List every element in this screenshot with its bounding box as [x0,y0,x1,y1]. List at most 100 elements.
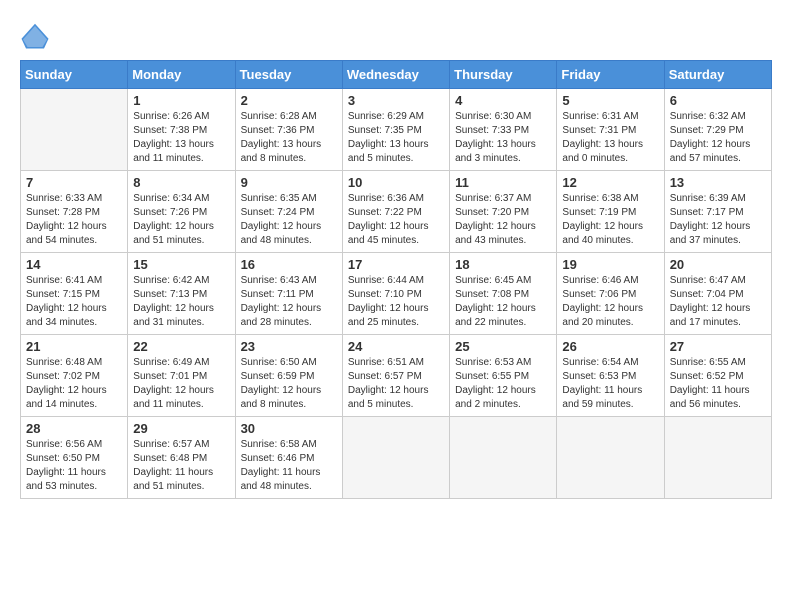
calendar-cell: 10 Sunrise: 6:36 AM Sunset: 7:22 PM Dayli… [342,171,449,253]
day-info: Sunrise: 6:28 AM Sunset: 7:36 PM Dayligh… [241,110,337,166]
calendar-cell [342,417,449,499]
day-number: 30 [241,421,337,436]
day-info: Sunrise: 6:53 AM Sunset: 6:55 PM Dayligh… [455,356,551,412]
calendar-cell: 30 Sunrise: 6:58 AM Sunset: 6:46 PM Dayli… [235,417,342,499]
day-number: 3 [348,93,444,108]
day-number: 29 [133,421,229,436]
day-info: Sunrise: 6:35 AM Sunset: 7:24 PM Dayligh… [241,192,337,248]
day-number: 10 [348,175,444,190]
calendar-cell: 22 Sunrise: 6:49 AM Sunset: 7:01 PM Dayli… [128,335,235,417]
day-info: Sunrise: 6:50 AM Sunset: 6:59 PM Dayligh… [241,356,337,412]
day-header-saturday: Saturday [664,61,771,89]
week-row-5: 28 Sunrise: 6:56 AM Sunset: 6:50 PM Dayli… [21,417,772,499]
day-info: Sunrise: 6:58 AM Sunset: 6:46 PM Dayligh… [241,438,337,494]
calendar-cell: 15 Sunrise: 6:42 AM Sunset: 7:13 PM Dayli… [128,253,235,335]
day-info: Sunrise: 6:37 AM Sunset: 7:20 PM Dayligh… [455,192,551,248]
day-info: Sunrise: 6:48 AM Sunset: 7:02 PM Dayligh… [26,356,122,412]
day-info: Sunrise: 6:44 AM Sunset: 7:10 PM Dayligh… [348,274,444,330]
day-number: 4 [455,93,551,108]
day-info: Sunrise: 6:39 AM Sunset: 7:17 PM Dayligh… [670,192,766,248]
calendar-cell [557,417,664,499]
day-info: Sunrise: 6:45 AM Sunset: 7:08 PM Dayligh… [455,274,551,330]
calendar-table: SundayMondayTuesdayWednesdayThursdayFrid… [20,60,772,499]
page-header [20,20,772,50]
calendar-cell: 12 Sunrise: 6:38 AM Sunset: 7:19 PM Dayli… [557,171,664,253]
day-number: 15 [133,257,229,272]
calendar-cell: 14 Sunrise: 6:41 AM Sunset: 7:15 PM Dayli… [21,253,128,335]
day-number: 26 [562,339,658,354]
day-number: 27 [670,339,766,354]
day-info: Sunrise: 6:41 AM Sunset: 7:15 PM Dayligh… [26,274,122,330]
calendar-cell: 3 Sunrise: 6:29 AM Sunset: 7:35 PM Daylig… [342,89,449,171]
calendar-cell [450,417,557,499]
day-info: Sunrise: 6:29 AM Sunset: 7:35 PM Dayligh… [348,110,444,166]
day-info: Sunrise: 6:57 AM Sunset: 6:48 PM Dayligh… [133,438,229,494]
calendar-cell: 25Sunrise: 6:53 AM Sunset: 6:55 PM Dayli… [450,335,557,417]
day-info: Sunrise: 6:51 AM Sunset: 6:57 PM Dayligh… [348,356,444,412]
calendar-cell: 23 Sunrise: 6:50 AM Sunset: 6:59 PM Dayli… [235,335,342,417]
day-number: 12 [562,175,658,190]
calendar-cell: 27Sunrise: 6:55 AM Sunset: 6:52 PM Dayli… [664,335,771,417]
day-header-monday: Monday [128,61,235,89]
day-number: 17 [348,257,444,272]
day-number: 6 [670,93,766,108]
calendar-cell: 17 Sunrise: 6:44 AM Sunset: 7:10 PM Dayli… [342,253,449,335]
day-number: 24 [348,339,444,354]
week-row-3: 14 Sunrise: 6:41 AM Sunset: 7:15 PM Dayli… [21,253,772,335]
day-number: 8 [133,175,229,190]
day-info: Sunrise: 6:56 AM Sunset: 6:50 PM Dayligh… [26,438,122,494]
day-info: Sunrise: 6:26 AM Sunset: 7:38 PM Dayligh… [133,110,229,166]
day-number: 13 [670,175,766,190]
day-number: 16 [241,257,337,272]
calendar-cell: 21 Sunrise: 6:48 AM Sunset: 7:02 PM Dayli… [21,335,128,417]
day-info: Sunrise: 6:43 AM Sunset: 7:11 PM Dayligh… [241,274,337,330]
calendar-cell: 6 Sunrise: 6:32 AM Sunset: 7:29 PM Daylig… [664,89,771,171]
calendar-cell: 28 Sunrise: 6:56 AM Sunset: 6:50 PM Dayli… [21,417,128,499]
day-number: 20 [670,257,766,272]
calendar-cell: 5Sunrise: 6:31 AM Sunset: 7:31 PM Daylig… [557,89,664,171]
calendar-cell: 24 Sunrise: 6:51 AM Sunset: 6:57 PM Dayli… [342,335,449,417]
calendar-cell: 29 Sunrise: 6:57 AM Sunset: 6:48 PM Dayli… [128,417,235,499]
calendar-cell: 8 Sunrise: 6:34 AM Sunset: 7:26 PM Daylig… [128,171,235,253]
week-row-2: 7 Sunrise: 6:33 AM Sunset: 7:28 PM Daylig… [21,171,772,253]
day-info: Sunrise: 6:34 AM Sunset: 7:26 PM Dayligh… [133,192,229,248]
day-number: 21 [26,339,122,354]
calendar-cell: 16 Sunrise: 6:43 AM Sunset: 7:11 PM Dayli… [235,253,342,335]
day-number: 9 [241,175,337,190]
days-header-row: SundayMondayTuesdayWednesdayThursdayFrid… [21,61,772,89]
day-number: 14 [26,257,122,272]
calendar-cell: 7 Sunrise: 6:33 AM Sunset: 7:28 PM Daylig… [21,171,128,253]
day-info: Sunrise: 6:54 AM Sunset: 6:53 PM Dayligh… [562,356,658,412]
week-row-1: 1Sunrise: 6:26 AM Sunset: 7:38 PM Daylig… [21,89,772,171]
day-header-sunday: Sunday [21,61,128,89]
day-number: 23 [241,339,337,354]
day-info: Sunrise: 6:38 AM Sunset: 7:19 PM Dayligh… [562,192,658,248]
day-info: Sunrise: 6:49 AM Sunset: 7:01 PM Dayligh… [133,356,229,412]
day-info: Sunrise: 6:36 AM Sunset: 7:22 PM Dayligh… [348,192,444,248]
calendar-cell [664,417,771,499]
day-number: 19 [562,257,658,272]
day-header-thursday: Thursday [450,61,557,89]
day-number: 11 [455,175,551,190]
day-info: Sunrise: 6:32 AM Sunset: 7:29 PM Dayligh… [670,110,766,166]
day-number: 28 [26,421,122,436]
week-row-4: 21 Sunrise: 6:48 AM Sunset: 7:02 PM Dayli… [21,335,772,417]
day-info: Sunrise: 6:42 AM Sunset: 7:13 PM Dayligh… [133,274,229,330]
day-info: Sunrise: 6:33 AM Sunset: 7:28 PM Dayligh… [26,192,122,248]
calendar-cell: 4 Sunrise: 6:30 AM Sunset: 7:33 PM Daylig… [450,89,557,171]
day-number: 7 [26,175,122,190]
day-number: 22 [133,339,229,354]
day-number: 18 [455,257,551,272]
day-info: Sunrise: 6:46 AM Sunset: 7:06 PM Dayligh… [562,274,658,330]
day-info: Sunrise: 6:30 AM Sunset: 7:33 PM Dayligh… [455,110,551,166]
day-info: Sunrise: 6:47 AM Sunset: 7:04 PM Dayligh… [670,274,766,330]
calendar-cell: 1Sunrise: 6:26 AM Sunset: 7:38 PM Daylig… [128,89,235,171]
logo [20,20,56,50]
day-info: Sunrise: 6:31 AM Sunset: 7:31 PM Dayligh… [562,110,658,166]
day-header-tuesday: Tuesday [235,61,342,89]
calendar-cell: 20 Sunrise: 6:47 AM Sunset: 7:04 PM Dayli… [664,253,771,335]
day-number: 2 [241,93,337,108]
day-header-wednesday: Wednesday [342,61,449,89]
calendar-cell: 19 Sunrise: 6:46 AM Sunset: 7:06 PM Dayli… [557,253,664,335]
logo-icon [20,20,50,50]
